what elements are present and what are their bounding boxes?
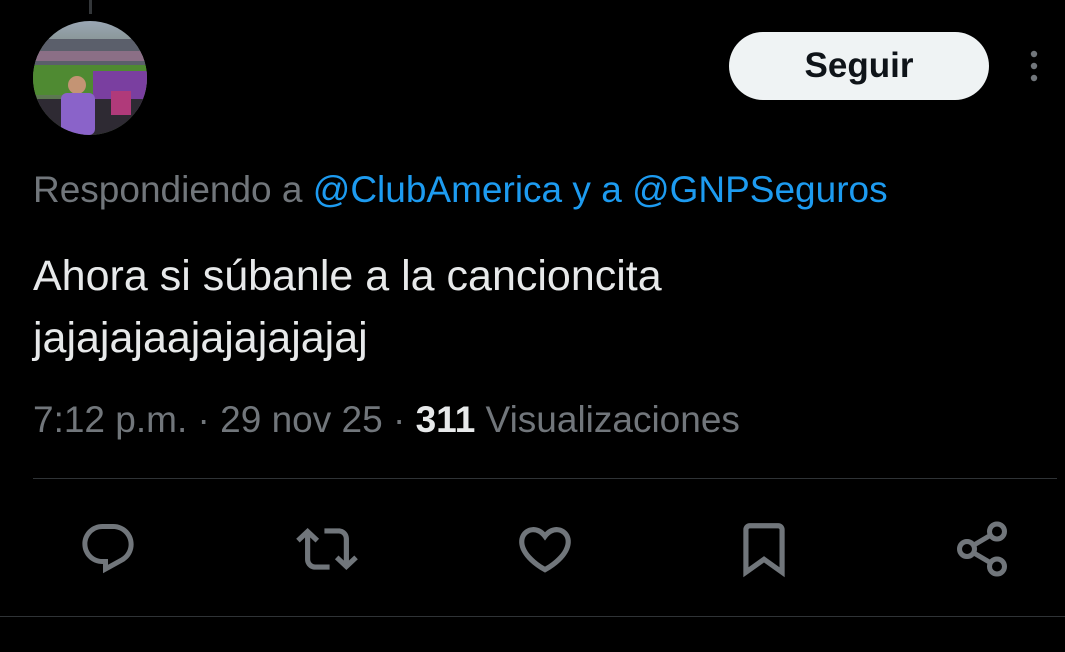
like-icon [519, 527, 571, 573]
views-count[interactable]: 311 [416, 399, 476, 440]
retweet-icon [296, 528, 358, 570]
bookmark-icon [743, 523, 785, 578]
tweet-time[interactable]: 7:12 p.m. [33, 399, 187, 440]
follow-button[interactable]: Seguir [729, 32, 989, 100]
meta-separator: · [187, 399, 221, 440]
reply-button[interactable] [76, 517, 140, 581]
replying-to-line: Respondiendo a @ClubAmerica y a @GNPSegu… [33, 165, 888, 215]
divider [0, 616, 1065, 617]
replying-to-connector: y a [562, 169, 633, 210]
more-options-button[interactable] [1020, 44, 1048, 88]
reply-icon [82, 524, 134, 574]
meta-separator: · [382, 399, 416, 440]
avatar[interactable] [33, 21, 147, 135]
tweet-text-line: jajajajaajajajajajaj [33, 314, 368, 362]
like-button[interactable] [513, 517, 577, 581]
mention-link-clubamerica[interactable]: @ClubAmerica [313, 169, 562, 210]
views-label[interactable]: Visualizaciones [475, 399, 740, 440]
share-button[interactable] [950, 517, 1014, 581]
divider [33, 478, 1057, 479]
tweet-metadata: 7:12 p.m. · 29 nov 25 · 311 Visualizacio… [33, 393, 740, 447]
retweet-button[interactable] [295, 517, 359, 581]
share-icon [957, 521, 1007, 577]
thread-connector-line [89, 0, 92, 14]
avatar-photo [33, 21, 147, 135]
tweet-date[interactable]: 29 nov 25 [220, 399, 383, 440]
replying-to-prefix: Respondiendo a [33, 169, 313, 210]
mention-link-gnpseguros[interactable]: @GNPSeguros [632, 169, 888, 210]
bookmark-button[interactable] [732, 517, 796, 581]
tweet-text: Ahora si súbanle a la cancioncita jajaja… [33, 245, 1013, 369]
tweet-text-line: Ahora si súbanle a la cancioncita [33, 252, 662, 300]
more-vertical-icon [1030, 50, 1038, 82]
